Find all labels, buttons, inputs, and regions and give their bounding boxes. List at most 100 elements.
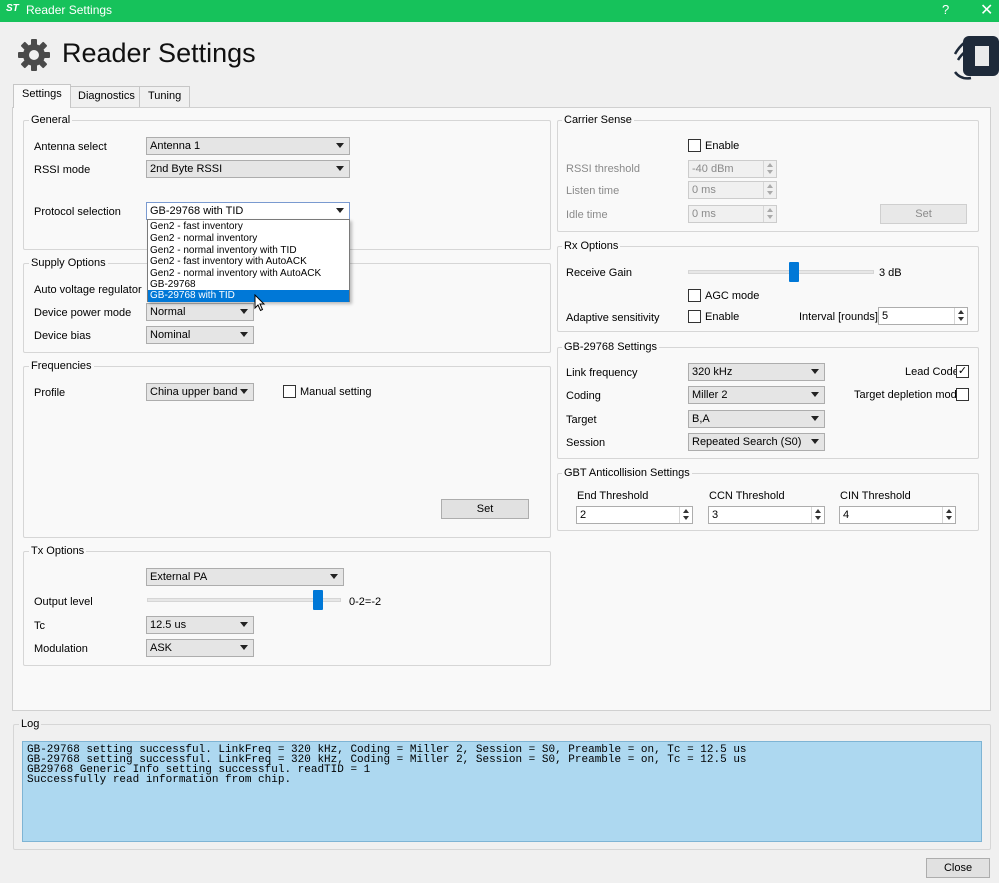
chevron-down-icon: [811, 439, 819, 444]
chevron-down-icon: [811, 392, 819, 397]
tab-settings[interactable]: Settings: [13, 84, 71, 108]
session-select[interactable]: Repeated Search (S0): [688, 433, 825, 451]
spin-buttons[interactable]: [763, 182, 776, 198]
antenna-value: Antenna 1: [150, 140, 201, 152]
modulation-label: Modulation: [34, 643, 88, 655]
spin-down-icon: [767, 170, 773, 174]
chevron-down-icon: [240, 389, 248, 394]
power-mode-select[interactable]: Normal: [146, 303, 254, 321]
link-frequency-label: Link frequency: [566, 367, 638, 379]
power-mode-label: Device power mode: [34, 307, 132, 319]
protocol-dropdown-list: Gen2 - fast inventory Gen2 - normal inve…: [147, 219, 350, 302]
carrier-enable-label: Enable: [705, 140, 740, 152]
output-level-slider-handle[interactable]: [312, 590, 323, 610]
profile-label: Profile: [34, 387, 66, 399]
device-bias-select[interactable]: Nominal: [146, 326, 254, 344]
spin-down-icon: [767, 191, 773, 195]
window-titlebar: ST Reader Settings ? ✕: [0, 0, 999, 22]
listen-time-spinbox[interactable]: 0 ms: [688, 181, 777, 199]
rssi-mode-label: RSSI mode: [34, 164, 91, 176]
adaptive-enable-checkbox[interactable]: [688, 310, 701, 323]
tc-value: 12.5 us: [150, 619, 187, 631]
interval-label: Interval [rounds]: [799, 311, 878, 323]
spin-down-icon: [946, 516, 952, 520]
tab-tuning[interactable]: Tuning: [139, 86, 191, 107]
spin-buttons[interactable]: [763, 206, 776, 222]
protocol-option-selected[interactable]: GB-29768 with TID: [148, 290, 349, 302]
lead-code-label: Lead Code: [905, 366, 959, 378]
log-text-area[interactable]: GB-29768 setting successful. LinkFreq = …: [22, 741, 982, 842]
link-frequency-select[interactable]: 320 kHz: [688, 363, 825, 381]
carrier-enable-checkbox[interactable]: [688, 139, 701, 152]
antenna-select[interactable]: Antenna 1: [146, 137, 350, 155]
spin-down-icon: [767, 215, 773, 219]
modulation-select[interactable]: ASK: [146, 639, 254, 657]
mouse-cursor-icon: [254, 294, 266, 312]
idle-time-spinbox[interactable]: 0 ms: [688, 205, 777, 223]
session-value: Repeated Search (S0): [692, 436, 802, 448]
antenna-label: Antenna select: [34, 141, 107, 153]
gear-icon: [18, 39, 50, 71]
profile-value: China upper band: [150, 386, 238, 398]
receive-gain-track[interactable]: [688, 270, 874, 274]
protocol-option[interactable]: Gen2 - fast inventory: [148, 221, 349, 233]
target-depletion-checkbox[interactable]: [956, 388, 969, 401]
tab-diagnostics[interactable]: Diagnostics: [69, 86, 144, 107]
protocol-option[interactable]: Gen2 - normal inventory: [148, 233, 349, 245]
spin-up-icon: [767, 163, 773, 167]
spin-down-icon: [815, 516, 821, 520]
pa-value: External PA: [150, 571, 208, 583]
spin-buttons[interactable]: [679, 507, 692, 523]
rssi-mode-select[interactable]: 2nd Byte RSSI: [146, 160, 350, 178]
idle-time-value: 0 ms: [692, 208, 716, 220]
close-button[interactable]: Close: [926, 858, 990, 878]
general-title: General: [29, 114, 73, 126]
carrier-set-button[interactable]: Set: [880, 204, 967, 224]
spin-down-icon: [958, 317, 964, 321]
spin-buttons[interactable]: [763, 161, 776, 177]
end-threshold-value: 2: [580, 509, 587, 521]
device-bias-label: Device bias: [34, 330, 91, 342]
spin-buttons[interactable]: [942, 507, 955, 523]
ccn-threshold-spinbox[interactable]: 3: [708, 506, 825, 524]
cin-threshold-spinbox[interactable]: 4: [839, 506, 956, 524]
modulation-value: ASK: [150, 642, 173, 654]
end-threshold-label: End Threshold: [577, 490, 649, 502]
tc-select[interactable]: 12.5 us: [146, 616, 254, 634]
rssi-threshold-spinbox[interactable]: -40 dBm: [688, 160, 777, 178]
frequencies-set-button[interactable]: Set: [441, 499, 529, 519]
protocol-select[interactable]: GB-29768 with TID: [146, 202, 350, 220]
interval-spinbox[interactable]: 5: [878, 307, 968, 325]
pa-select[interactable]: External PA: [146, 568, 344, 586]
window-close-button[interactable]: ✕: [980, 0, 993, 20]
end-threshold-spinbox[interactable]: 2: [576, 506, 693, 524]
window-title: Reader Settings: [26, 3, 113, 17]
gb-settings-title: GB-29768 Settings: [562, 341, 659, 353]
protocol-option[interactable]: Gen2 - fast inventory with AutoACK: [148, 256, 349, 268]
coding-select[interactable]: Miller 2: [688, 386, 825, 404]
output-level-label: Output level: [34, 596, 93, 608]
power-mode-value: Normal: [150, 306, 186, 318]
spin-up-icon: [958, 310, 964, 314]
target-label: Target: [566, 414, 597, 426]
target-select[interactable]: B,A: [688, 410, 825, 428]
agc-mode-checkbox[interactable]: [688, 289, 701, 302]
spin-up-icon: [767, 208, 773, 212]
receive-gain-value: 3 dB: [879, 267, 902, 279]
adaptive-sensitivity-label: Adaptive sensitivity: [566, 312, 660, 324]
coding-value: Miller 2: [692, 389, 728, 401]
lead-code-checkbox[interactable]: ✓: [956, 365, 969, 378]
spin-up-icon: [767, 184, 773, 188]
spin-buttons[interactable]: [811, 507, 824, 523]
chevron-down-icon: [240, 332, 248, 337]
chevron-down-icon: [811, 369, 819, 374]
manual-setting-checkbox[interactable]: [283, 385, 296, 398]
agc-mode-label: AGC mode: [705, 290, 760, 302]
help-button[interactable]: ?: [942, 2, 949, 17]
receive-gain-slider-handle[interactable]: [789, 262, 800, 282]
protocol-value: GB-29768 with TID: [150, 205, 244, 217]
output-level-track[interactable]: [147, 598, 341, 602]
spin-buttons[interactable]: [954, 308, 967, 324]
profile-select[interactable]: China upper band: [146, 383, 254, 401]
spin-up-icon: [815, 509, 821, 513]
